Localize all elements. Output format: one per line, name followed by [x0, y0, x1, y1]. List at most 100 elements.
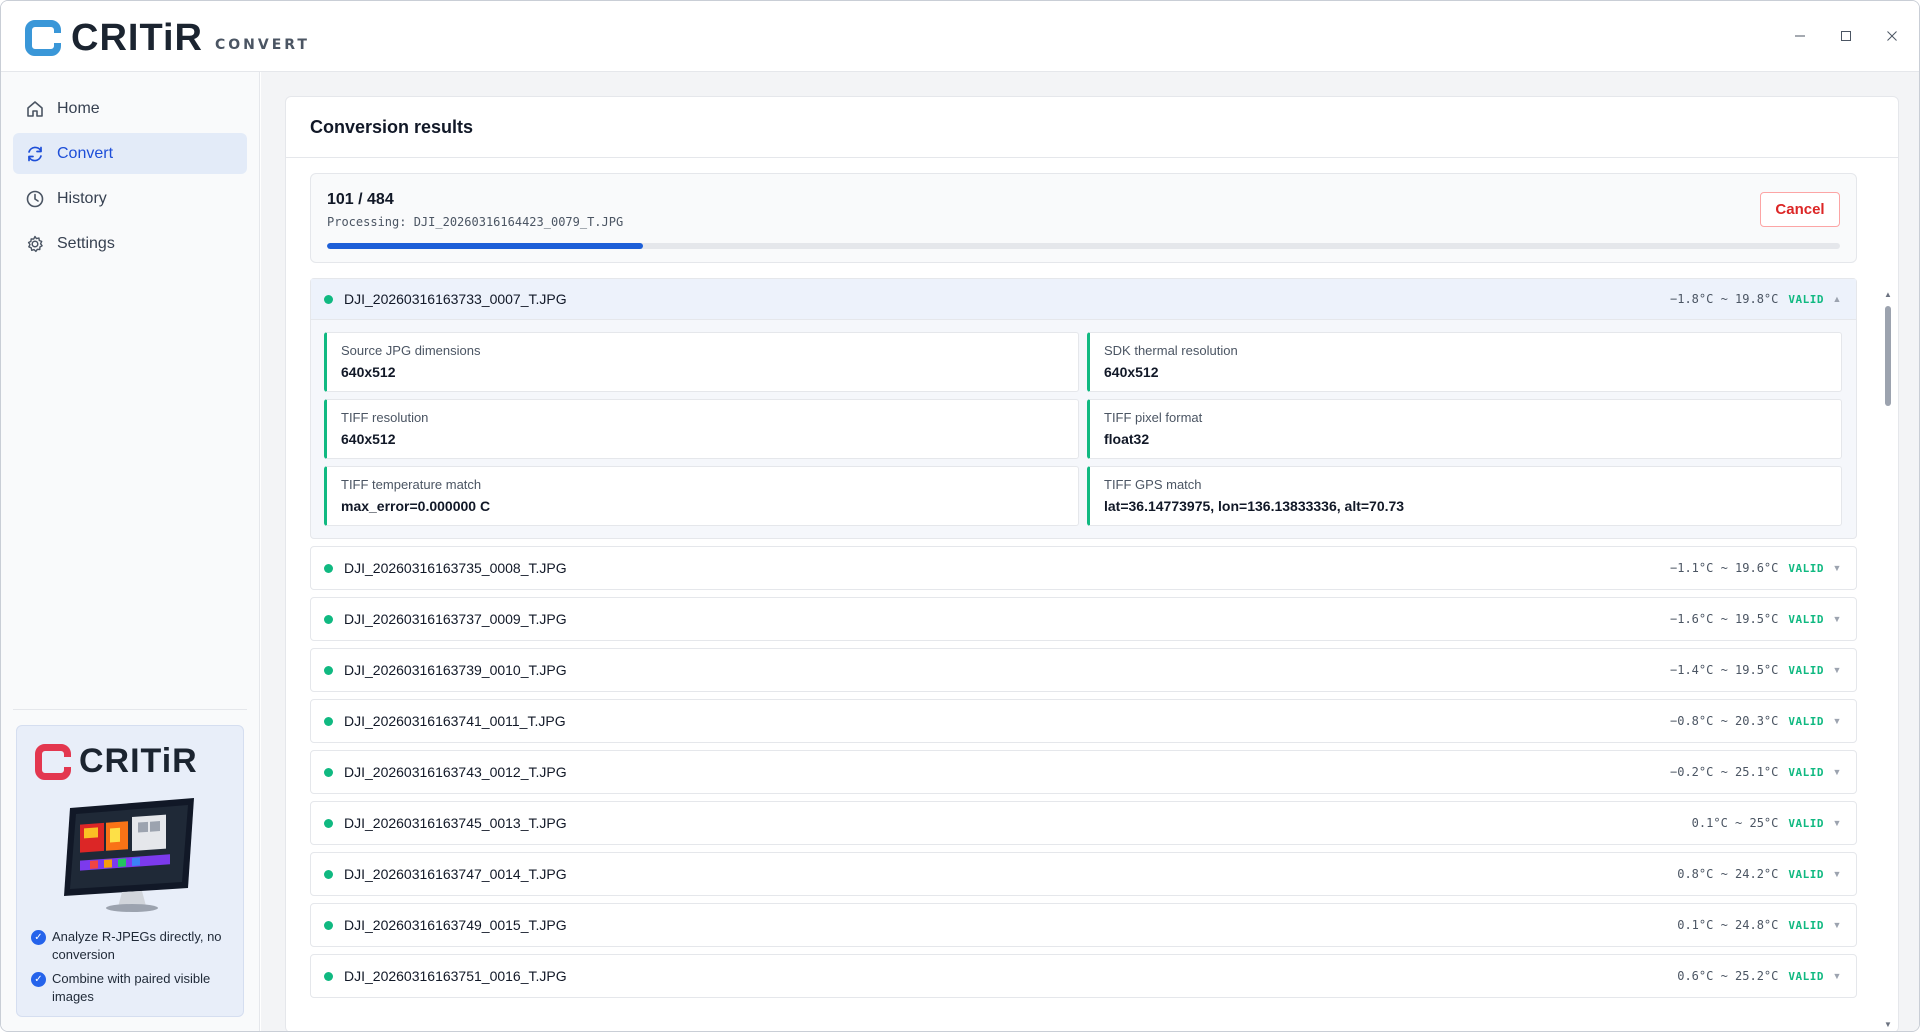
app-name: CRITiR: [71, 16, 203, 59]
status-badge: VALID: [1788, 816, 1824, 830]
promo-card[interactable]: CRITiR ✓ Analyze R-JPEGs directly, no co…: [16, 725, 244, 1017]
result-row[interactable]: DJI_20260316163749_0015_T.JPG 0.1°C ~ 24…: [310, 903, 1857, 947]
promo-feature-text: Analyze R-JPEGs directly, no conversion: [52, 929, 222, 962]
sidebar: Home Convert History Settings CRITiR ✓ A…: [1, 72, 260, 1031]
results-scrollbar[interactable]: ▲ ▼: [1881, 290, 1895, 1030]
close-icon: [1887, 31, 1897, 41]
chevron-down-icon[interactable]: ▼: [1832, 614, 1842, 624]
result-row[interactable]: DJI_20260316163741_0011_T.JPG −0.8°C ~ 2…: [310, 699, 1857, 743]
chevron-down-icon[interactable]: ▼: [1832, 665, 1842, 675]
maximize-button[interactable]: [1827, 21, 1865, 51]
chevron-down-icon[interactable]: ▼: [1832, 920, 1842, 930]
close-button[interactable]: [1873, 21, 1911, 51]
chevron-down-icon[interactable]: ▼: [1832, 869, 1842, 879]
sidebar-item-convert[interactable]: Convert: [13, 133, 247, 174]
minimize-button[interactable]: [1781, 21, 1819, 51]
chevron-down-icon[interactable]: ▼: [1832, 818, 1842, 828]
status-dot-icon: [324, 869, 333, 879]
result-row-header[interactable]: DJI_20260316163745_0013_T.JPG 0.1°C ~ 25…: [311, 802, 1856, 844]
chevron-up-icon[interactable]: ▲: [1832, 294, 1842, 304]
status-dot-icon: [324, 767, 333, 777]
detail-card: TIFF resolution 640x512: [324, 399, 1079, 459]
result-row[interactable]: DJI_20260316163735_0008_T.JPG −1.1°C ~ 1…: [310, 546, 1857, 590]
promo-feature: ✓ Analyze R-JPEGs directly, no conversio…: [31, 928, 233, 964]
check-circle-icon: ✓: [31, 930, 46, 945]
result-temp-range: −1.4°C ~ 19.5°C: [1670, 663, 1779, 677]
result-temp-range: 0.1°C ~ 24.8°C: [1677, 918, 1779, 932]
chevron-down-icon[interactable]: ▼: [1832, 716, 1842, 726]
sidebar-divider: [13, 709, 247, 710]
result-row[interactable]: DJI_20260316163737_0009_T.JPG −1.6°C ~ 1…: [310, 597, 1857, 641]
clock-icon: [25, 189, 45, 209]
scroll-up-icon[interactable]: ▲: [1883, 290, 1893, 300]
promo-feature: ✓ Combine with paired visible images: [31, 970, 233, 1006]
sidebar-item-label: Convert: [57, 144, 114, 162]
detail-value: 640x512: [341, 431, 396, 447]
page-title: Conversion results: [286, 97, 1898, 158]
result-row-header[interactable]: DJI_20260316163735_0008_T.JPG −1.1°C ~ 1…: [311, 547, 1856, 589]
scroll-down-icon[interactable]: ▼: [1883, 1020, 1893, 1030]
detail-value: 640x512: [1104, 364, 1159, 380]
result-details: Source JPG dimensions 640x512 SDK therma…: [311, 320, 1856, 538]
sidebar-item-label: History: [57, 189, 107, 207]
scrollbar-thumb[interactable]: [1885, 306, 1891, 406]
result-row-header[interactable]: DJI_20260316163737_0009_T.JPG −1.6°C ~ 1…: [311, 598, 1856, 640]
result-row[interactable]: DJI_20260316163745_0013_T.JPG 0.1°C ~ 25…: [310, 801, 1857, 845]
result-row-header[interactable]: DJI_20260316163751_0016_T.JPG 0.6°C ~ 25…: [311, 955, 1856, 997]
result-row-header[interactable]: DJI_20260316163739_0010_T.JPG −1.4°C ~ 1…: [311, 649, 1856, 691]
progress-bar-fill: [327, 243, 643, 249]
sidebar-item-label: Home: [57, 99, 100, 117]
progress-current-file: Processing: DJI_20260316164423_0079_T.JP…: [327, 215, 624, 229]
chevron-down-icon[interactable]: ▼: [1832, 971, 1842, 981]
result-row-header[interactable]: DJI_20260316163749_0015_T.JPG 0.1°C ~ 24…: [311, 904, 1856, 946]
detail-value: 640x512: [341, 364, 396, 380]
detail-label: TIFF resolution: [341, 410, 429, 425]
result-row[interactable]: DJI_20260316163743_0012_T.JPG −0.2°C ~ 2…: [310, 750, 1857, 794]
detail-label: Source JPG dimensions: [341, 343, 481, 358]
promo-brand-name: CRITiR: [79, 742, 198, 780]
sidebar-item-history[interactable]: History: [13, 178, 247, 219]
status-dot-icon: [324, 971, 333, 981]
chevron-down-icon[interactable]: ▼: [1832, 767, 1842, 777]
result-temp-range: −0.8°C ~ 20.3°C: [1670, 714, 1779, 728]
status-dot-icon: [324, 920, 333, 930]
result-temp-range: −1.1°C ~ 19.6°C: [1670, 561, 1779, 575]
result-filename: DJI_20260316163747_0014_T.JPG: [344, 866, 567, 882]
result-row-expanded: DJI_20260316163733_0007_T.JPG −1.8°C ~ 1…: [310, 278, 1857, 539]
result-temp-range: 0.6°C ~ 25.2°C: [1677, 969, 1779, 983]
detail-card: SDK thermal resolution 640x512: [1087, 332, 1842, 392]
result-row-header[interactable]: DJI_20260316163743_0012_T.JPG −0.2°C ~ 2…: [311, 751, 1856, 793]
result-filename: DJI_20260316163745_0013_T.JPG: [344, 815, 567, 831]
result-temp-range: 0.8°C ~ 24.2°C: [1677, 867, 1779, 881]
result-row[interactable]: DJI_20260316163747_0014_T.JPG 0.8°C ~ 24…: [310, 852, 1857, 896]
chevron-down-icon[interactable]: ▼: [1832, 563, 1842, 573]
result-filename: DJI_20260316163735_0008_T.JPG: [344, 560, 567, 576]
detail-label: SDK thermal resolution: [1104, 343, 1238, 358]
detail-label: TIFF GPS match: [1104, 477, 1202, 492]
result-row-header[interactable]: DJI_20260316163741_0011_T.JPG −0.8°C ~ 2…: [311, 700, 1856, 742]
sidebar-item-settings[interactable]: Settings: [13, 223, 247, 264]
app-window: CRITiR CONVERT Home Convert History Sett…: [0, 0, 1920, 1032]
detail-card: TIFF GPS match lat=36.14773975, lon=136.…: [1087, 466, 1842, 526]
sidebar-item-home[interactable]: Home: [13, 88, 247, 129]
status-dot-icon: [324, 294, 333, 304]
result-row[interactable]: DJI_20260316163751_0016_T.JPG 0.6°C ~ 25…: [310, 954, 1857, 998]
detail-value: lat=36.14773975, lon=136.13833336, alt=7…: [1104, 498, 1405, 514]
results-list[interactable]: DJI_20260316163733_0007_T.JPG −1.8°C ~ 1…: [310, 278, 1857, 1013]
result-temp-range: −1.8°C ~ 19.8°C: [1670, 292, 1779, 306]
result-filename: DJI_20260316163751_0016_T.JPG: [344, 968, 567, 984]
status-badge: VALID: [1788, 663, 1824, 677]
result-row[interactable]: DJI_20260316163739_0010_T.JPG −1.4°C ~ 1…: [310, 648, 1857, 692]
main-content: Conversion results 101 / 484 Processing:…: [261, 72, 1919, 1031]
result-filename: DJI_20260316163739_0010_T.JPG: [344, 662, 567, 678]
minimize-icon: [1795, 35, 1805, 37]
result-row-header[interactable]: DJI_20260316163747_0014_T.JPG 0.8°C ~ 24…: [311, 853, 1856, 895]
home-icon: [25, 99, 45, 119]
cancel-button[interactable]: Cancel: [1760, 192, 1840, 227]
result-row-header[interactable]: DJI_20260316163733_0007_T.JPG −1.8°C ~ 1…: [311, 279, 1856, 320]
status-badge: VALID: [1788, 765, 1824, 779]
refresh-icon: [25, 144, 45, 164]
critir-logo-icon: [25, 20, 63, 56]
result-filename: DJI_20260316163741_0011_T.JPG: [344, 713, 566, 729]
result-temp-range: 0.1°C ~ 25°C: [1691, 816, 1779, 830]
